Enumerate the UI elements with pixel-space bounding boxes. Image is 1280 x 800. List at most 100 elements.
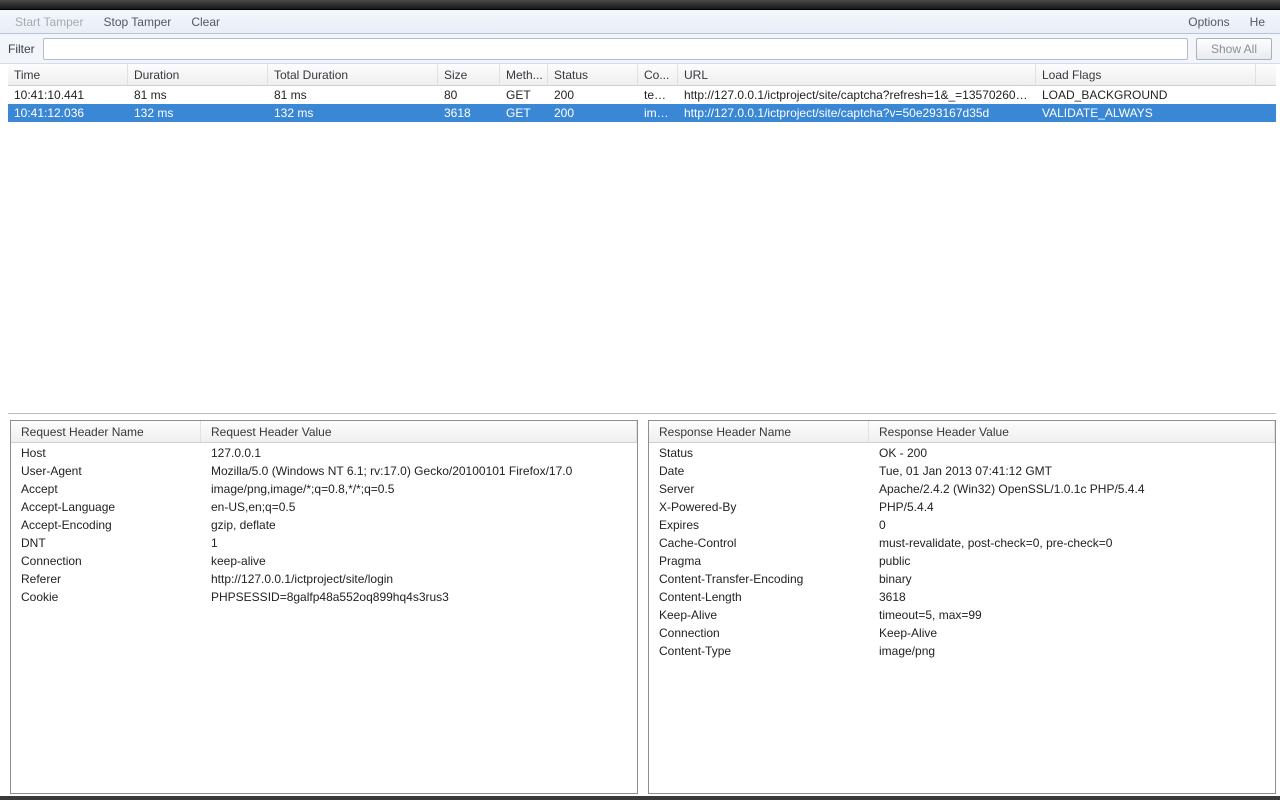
- header-name: Connection: [649, 626, 869, 640]
- request-headers-header: Request Header Name Request Header Value: [11, 421, 637, 443]
- cell: 200: [548, 88, 638, 102]
- show-all-button[interactable]: Show All: [1196, 38, 1272, 60]
- start-tamper-button[interactable]: Start Tamper: [6, 12, 92, 32]
- main-area: Time Duration Total Duration Size Meth..…: [0, 64, 1280, 800]
- header-value: timeout=5, max=99: [869, 608, 1275, 622]
- header-name: Accept: [11, 482, 201, 496]
- header-row[interactable]: Host127.0.0.1: [11, 444, 637, 462]
- filter-label: Filter: [8, 42, 35, 56]
- header-row[interactable]: Pragmapublic: [649, 552, 1275, 570]
- col-total-duration[interactable]: Total Duration: [268, 64, 438, 85]
- grid-header: Time Duration Total Duration Size Meth..…: [8, 64, 1276, 86]
- col-duration[interactable]: Duration: [128, 64, 268, 85]
- header-name: Content-Type: [649, 644, 869, 658]
- cell: http://127.0.0.1/ictproject/site/captcha…: [678, 88, 1036, 102]
- header-row[interactable]: Content-Transfer-Encodingbinary: [649, 570, 1275, 588]
- cell: GET: [500, 106, 548, 120]
- header-value: Apache/2.4.2 (Win32) OpenSSL/1.0.1c PHP/…: [869, 482, 1275, 496]
- cell: 81 ms: [268, 88, 438, 102]
- header-value: http://127.0.0.1/ictproject/site/login: [201, 572, 637, 586]
- header-name: Accept-Language: [11, 500, 201, 514]
- header-row[interactable]: Keep-Alivetimeout=5, max=99: [649, 606, 1275, 624]
- header-value: public: [869, 554, 1275, 568]
- header-row[interactable]: DateTue, 01 Jan 2013 07:41:12 GMT: [649, 462, 1275, 480]
- header-row[interactable]: Cache-Controlmust-revalidate, post-check…: [649, 534, 1275, 552]
- request-headers-panel: Request Header Name Request Header Value…: [10, 420, 638, 794]
- header-row[interactable]: Expires0: [649, 516, 1275, 534]
- header-row[interactable]: X-Powered-ByPHP/5.4.4: [649, 498, 1275, 516]
- col-status[interactable]: Status: [548, 64, 638, 85]
- request-headers-body: Host127.0.0.1User-AgentMozilla/5.0 (Wind…: [11, 443, 637, 793]
- header-row[interactable]: CookiePHPSESSID=8galfp48a552oq899hq4s3ru…: [11, 588, 637, 606]
- header-row[interactable]: ServerApache/2.4.2 (Win32) OpenSSL/1.0.1…: [649, 480, 1275, 498]
- header-name: Date: [649, 464, 869, 478]
- stop-tamper-button[interactable]: Stop Tamper: [94, 12, 180, 32]
- toolbar: Start Tamper Stop Tamper Clear Options H…: [0, 10, 1280, 34]
- window-bottom-edge: [0, 796, 1280, 800]
- header-name: Host: [11, 446, 201, 460]
- header-row[interactable]: Acceptimage/png,image/*;q=0.8,*/*;q=0.5: [11, 480, 637, 498]
- header-row[interactable]: StatusOK - 200: [649, 444, 1275, 462]
- cell: 10:41:12.036: [8, 106, 128, 120]
- header-row[interactable]: Content-Typeimage/png: [649, 642, 1275, 660]
- col-size[interactable]: Size: [438, 64, 500, 85]
- header-value: 0: [869, 518, 1275, 532]
- cell: GET: [500, 88, 548, 102]
- options-button[interactable]: Options: [1179, 12, 1238, 32]
- header-row[interactable]: ConnectionKeep-Alive: [649, 624, 1275, 642]
- header-value: gzip, deflate: [201, 518, 637, 532]
- header-value: OK - 200: [869, 446, 1275, 460]
- header-row[interactable]: Connectionkeep-alive: [11, 552, 637, 570]
- header-value: en-US,en;q=0.5: [201, 500, 637, 514]
- header-value: image/png: [869, 644, 1275, 658]
- header-row[interactable]: Accept-Languageen-US,en;q=0.5: [11, 498, 637, 516]
- header-row[interactable]: Accept-Encodinggzip, deflate: [11, 516, 637, 534]
- table-row[interactable]: 10:41:10.44181 ms81 ms80GET200text...htt…: [8, 86, 1276, 104]
- header-row[interactable]: Refererhttp://127.0.0.1/ictproject/site/…: [11, 570, 637, 588]
- cell: 3618: [438, 106, 500, 120]
- table-row[interactable]: 10:41:12.036132 ms132 ms3618GET200ima...…: [8, 104, 1276, 122]
- header-name: Keep-Alive: [649, 608, 869, 622]
- header-name: Connection: [11, 554, 201, 568]
- header-value: 3618: [869, 590, 1275, 604]
- res-header-name-col[interactable]: Response Header Name: [649, 421, 869, 442]
- header-value: keep-alive: [201, 554, 637, 568]
- toolbar-right: Options He: [1179, 12, 1274, 32]
- header-name: Server: [649, 482, 869, 496]
- header-name: DNT: [11, 536, 201, 550]
- header-value: must-revalidate, post-check=0, pre-check…: [869, 536, 1275, 550]
- grid-body: 10:41:10.44181 ms81 ms80GET200text...htt…: [8, 86, 1276, 122]
- res-header-value-col[interactable]: Response Header Value: [869, 421, 1275, 442]
- col-url[interactable]: URL: [678, 64, 1036, 85]
- header-name: Pragma: [649, 554, 869, 568]
- col-method[interactable]: Meth...: [500, 64, 548, 85]
- toolbar-left: Start Tamper Stop Tamper Clear: [6, 12, 229, 32]
- col-content-type[interactable]: Co...: [638, 64, 678, 85]
- header-value: PHPSESSID=8galfp48a552oq899hq4s3rus3: [201, 590, 637, 604]
- header-value: 127.0.0.1: [201, 446, 637, 460]
- header-row[interactable]: Content-Length3618: [649, 588, 1275, 606]
- window-titlebar-edge: [0, 0, 1280, 10]
- clear-button[interactable]: Clear: [182, 12, 229, 32]
- cell: 200: [548, 106, 638, 120]
- cell: LOAD_BACKGROUND: [1036, 88, 1256, 102]
- header-name: Cache-Control: [649, 536, 869, 550]
- header-name: Status: [649, 446, 869, 460]
- filter-input[interactable]: [43, 38, 1188, 60]
- cell: ima...: [638, 106, 678, 120]
- header-value: Mozilla/5.0 (Windows NT 6.1; rv:17.0) Ge…: [201, 464, 637, 478]
- header-name: Cookie: [11, 590, 201, 604]
- header-name: Content-Length: [649, 590, 869, 604]
- cell: 81 ms: [128, 88, 268, 102]
- help-button[interactable]: He: [1241, 12, 1274, 32]
- col-load-flags[interactable]: Load Flags: [1036, 64, 1256, 85]
- header-row[interactable]: DNT1: [11, 534, 637, 552]
- header-name: X-Powered-By: [649, 500, 869, 514]
- req-header-name-col[interactable]: Request Header Name: [11, 421, 201, 442]
- cell: text...: [638, 88, 678, 102]
- req-header-value-col[interactable]: Request Header Value: [201, 421, 637, 442]
- header-value: Keep-Alive: [869, 626, 1275, 640]
- col-time[interactable]: Time: [8, 64, 128, 85]
- cell: 132 ms: [128, 106, 268, 120]
- header-row[interactable]: User-AgentMozilla/5.0 (Windows NT 6.1; r…: [11, 462, 637, 480]
